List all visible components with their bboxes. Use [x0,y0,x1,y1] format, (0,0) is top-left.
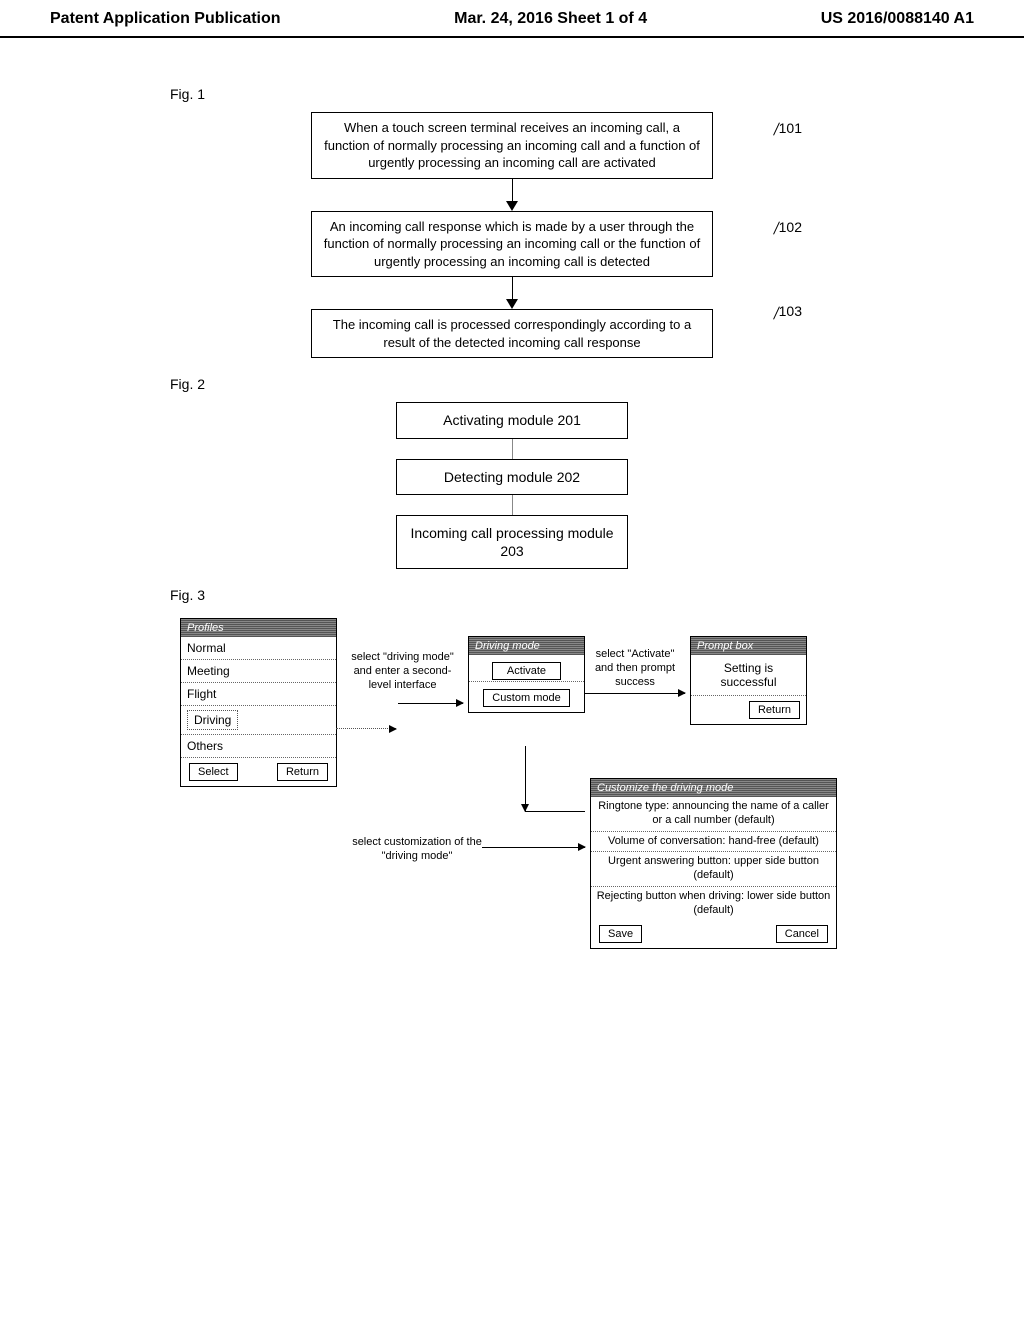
fig2-label: Fig. 2 [170,376,964,392]
activate-button[interactable]: Activate [492,662,561,680]
fig3-diagram: Profiles Normal Meeting Flight Driving O… [180,618,964,998]
fig2-mod3: Incoming call processing module 203 [396,515,628,569]
arrow-right-icon [398,703,463,704]
header-right: US 2016/0088140 A1 [821,10,974,28]
prompt-box-text: Setting is successful [691,655,806,696]
return-button[interactable]: Return [277,763,328,781]
page-header: Patent Application Publication Mar. 24, … [0,0,1024,38]
profile-item-driving[interactable]: Driving [181,706,336,735]
arrow1-text: select "driving mode" and enter a second… [345,651,460,692]
fig2-mod2: Detecting module 202 [396,459,628,495]
profile-item-meeting[interactable]: Meeting [181,660,336,683]
save-button[interactable]: Save [599,925,642,943]
fig1-step1-num: 101 [776,120,802,136]
fig1-label: Fig. 1 [170,86,964,102]
header-center: Mar. 24, 2016 Sheet 1 of 4 [454,10,647,28]
arrow3-text: select customization of the "driving mod… [352,836,482,864]
customize-volume[interactable]: Volume of conversation: hand-free (defau… [591,832,836,853]
fig1-flowchart: When a touch screen terminal receives an… [262,112,762,358]
fig1-step3-num: 103 [776,303,802,319]
fig2-mod1: Activating module 201 [396,402,628,438]
customize-panel: Customize the driving mode Ringtone type… [590,778,837,949]
driving-mode-panel: Driving mode Activate Custom mode [468,636,585,713]
fig1-step2-box: An incoming call response which is made … [311,211,713,278]
customize-header: Customize the driving mode [591,779,836,797]
fig3-label: Fig. 3 [170,587,964,603]
profile-item-flight[interactable]: Flight [181,683,336,706]
select-button[interactable]: Select [189,763,238,781]
profiles-panel: Profiles Normal Meeting Flight Driving O… [180,618,337,787]
profiles-header: Profiles [181,619,336,637]
return-button-2[interactable]: Return [749,701,800,719]
arrow-right-icon [585,693,685,694]
fig1-step2-num: 102 [776,219,802,235]
custom-mode-button[interactable]: Custom mode [483,689,569,707]
arrow2-text: select "Activate" and then prompt succes… [585,648,685,689]
fig1-step1-box: When a touch screen terminal receives an… [311,112,713,179]
arrow-right-icon [482,847,585,848]
arrow-down-icon [506,201,518,211]
customize-ringtone[interactable]: Ringtone type: announcing the name of a … [591,797,836,832]
prompt-box-panel: Prompt box Setting is successful Return [690,636,807,725]
header-left: Patent Application Publication [50,10,281,28]
arrow-down-icon [506,299,518,309]
driving-mode-header: Driving mode [469,637,584,655]
fig2-diagram: Activating module 201 Detecting module 2… [372,402,652,569]
profile-item-normal[interactable]: Normal [181,637,336,660]
fig1-step3-box: The incoming call is processed correspon… [311,309,713,358]
arrow-down-icon [525,746,526,811]
customize-urgent-btn[interactable]: Urgent answering button: upper side butt… [591,852,836,887]
profile-item-others[interactable]: Others [181,735,336,758]
cancel-button[interactable]: Cancel [776,925,828,943]
dotted-connector [336,728,396,730]
prompt-box-header: Prompt box [691,637,806,655]
customize-reject-btn[interactable]: Rejecting button when driving: lower sid… [591,887,836,921]
